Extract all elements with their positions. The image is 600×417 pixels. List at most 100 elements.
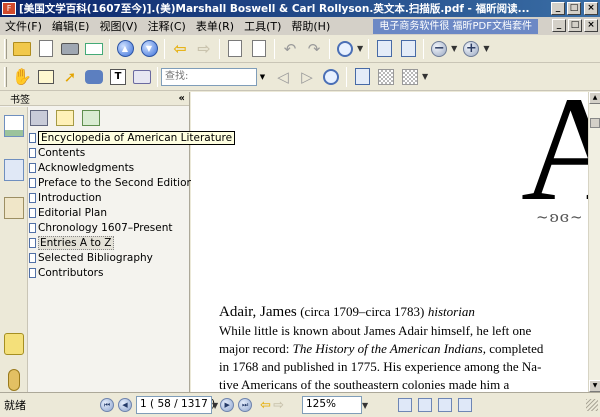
attachments-tab-icon[interactable]	[8, 369, 20, 391]
search-input[interactable]	[161, 67, 257, 86]
document-view[interactable]: A ~ʚɞ~ Adair, James (circa 1709–circa 17…	[191, 92, 588, 392]
history-forward-icon[interactable]: ⇨	[273, 398, 284, 413]
background-dropdown[interactable]: ▼	[422, 72, 428, 81]
page-dropdown[interactable]: ▼	[212, 401, 218, 410]
vertical-scrollbar[interactable]: ▲ ▼	[588, 92, 600, 392]
resize-grip[interactable]	[586, 399, 598, 411]
layers-tab-icon[interactable]	[4, 197, 24, 219]
title-bar: F [美国文学百科(1607至今)].(美)Marshall Boswell &…	[0, 0, 600, 17]
toolbar-grip[interactable]	[4, 66, 7, 87]
bookmark-item[interactable]: Acknowledgments	[29, 160, 189, 175]
menu-edit[interactable]: 编辑(E)	[47, 18, 95, 34]
bookmark-properties-icon[interactable]	[82, 110, 100, 126]
select-tool-button[interactable]: ➚	[59, 66, 81, 88]
bookmark-label: Contents	[38, 146, 86, 159]
menu-tools[interactable]: 工具(T)	[239, 18, 286, 34]
select-text-button[interactable]	[35, 66, 57, 88]
hand-tool-button[interactable]: ✋	[11, 66, 33, 88]
doc-minimize-button[interactable]: _	[552, 19, 566, 32]
typewriter-button[interactable]: T	[107, 66, 129, 88]
new-bookmark-icon[interactable]	[56, 110, 74, 126]
bookmark-page-icon	[29, 192, 36, 203]
bookmark-item[interactable]: Introduction	[29, 190, 189, 205]
save-button[interactable]	[35, 38, 57, 60]
bookmark-item[interactable]: Chronology 1607–Present	[29, 220, 189, 235]
transparency-button[interactable]	[375, 66, 397, 88]
menu-view[interactable]: 视图(V)	[94, 18, 142, 34]
facing-view-icon[interactable]	[438, 398, 453, 412]
prev-page-button[interactable]: ▲	[114, 38, 136, 60]
zoom-out-button[interactable]: −	[428, 38, 450, 60]
ad-banner[interactable]: 电子商务软件很 福昕PDF文档套件	[373, 18, 538, 34]
open-button[interactable]	[11, 38, 33, 60]
continuous-view-icon[interactable]	[418, 398, 433, 412]
last-page-button[interactable]: ⏭	[238, 398, 253, 412]
zoom-out-dropdown[interactable]: ▼	[451, 44, 457, 53]
comments-tab-icon[interactable]	[4, 333, 24, 355]
continuous-facing-view-icon[interactable]	[458, 398, 473, 412]
snapshot-button[interactable]	[131, 66, 153, 88]
bookmark-label: Entries A to Z	[38, 235, 114, 250]
bookmark-label: Introduction	[38, 191, 102, 204]
print-button[interactable]	[59, 38, 81, 60]
page-layout-button[interactable]	[351, 66, 373, 88]
zoom-level-field[interactable]: 125%	[301, 396, 362, 414]
fit-page-button[interactable]	[373, 38, 395, 60]
bookmark-item[interactable]: Contents	[29, 145, 189, 160]
scroll-thumb[interactable]	[590, 118, 600, 128]
page-number-field[interactable]: 1 ( 58 / 1317 )	[136, 396, 215, 414]
menu-form[interactable]: 表单(R)	[191, 18, 239, 34]
fit-width-icon	[400, 40, 416, 57]
collapse-panel-icon[interactable]: «	[179, 93, 185, 104]
fit-width-button[interactable]	[397, 38, 419, 60]
next-page-button[interactable]: ▼	[138, 38, 160, 60]
redo-button[interactable]: ↷	[303, 38, 325, 60]
select-text-icon	[38, 69, 54, 84]
scroll-down-button[interactable]: ▼	[589, 380, 600, 392]
paste-button[interactable]	[248, 38, 270, 60]
zoom-tool-button[interactable]	[334, 38, 356, 60]
forward-button[interactable]: ⇨	[193, 38, 215, 60]
next-page-status-button[interactable]: ▶	[220, 398, 235, 412]
search-dropdown[interactable]: ▼	[257, 67, 268, 86]
minimize-button[interactable]: _	[551, 2, 565, 15]
delete-bookmark-icon[interactable]	[30, 110, 48, 126]
undo-button[interactable]: ↶	[279, 38, 301, 60]
menu-comment[interactable]: 注释(C)	[143, 18, 191, 34]
bookmark-item[interactable]: Entries A to Z	[29, 235, 189, 250]
bookmarks-tab-icon[interactable]	[4, 115, 24, 137]
close-button[interactable]: ×	[584, 2, 598, 15]
bookmark-item[interactable]: Encyclopedia of American Literature	[29, 130, 236, 145]
search-options-button[interactable]	[320, 66, 342, 88]
copy-button[interactable]	[224, 38, 246, 60]
history-back-icon[interactable]: ⇦	[260, 398, 271, 413]
scroll-up-button[interactable]: ▲	[589, 92, 600, 104]
zoom-level-dropdown[interactable]: ▼	[362, 401, 368, 410]
entry-role: historian	[427, 304, 475, 319]
email-button[interactable]	[83, 38, 105, 60]
text-icon: T	[110, 68, 126, 85]
back-button[interactable]: ⇦	[169, 38, 191, 60]
menu-file[interactable]: 文件(F)	[0, 18, 47, 34]
doc-restore-button[interactable]: □	[568, 19, 582, 32]
toolbar-grip[interactable]	[4, 38, 7, 59]
maximize-button[interactable]: □	[567, 2, 581, 15]
doc-close-button[interactable]: ×	[584, 19, 598, 32]
find-prev-button[interactable]: ◁	[272, 66, 294, 88]
find-next-icon: ▷	[301, 67, 313, 86]
bookmark-item[interactable]: Selected Bibliography	[29, 250, 189, 265]
find-button[interactable]	[83, 66, 105, 88]
find-next-button[interactable]: ▷	[296, 66, 318, 88]
bookmark-item[interactable]: Editorial Plan	[29, 205, 189, 220]
bookmark-item[interactable]: Preface to the Second Edition	[29, 175, 193, 190]
menu-help[interactable]: 帮助(H)	[286, 18, 335, 34]
first-page-button[interactable]: ⏮	[100, 398, 114, 412]
zoom-in-dropdown[interactable]: ▼	[483, 44, 489, 53]
zoom-in-button[interactable]: +	[460, 38, 482, 60]
single-page-view-icon[interactable]	[398, 398, 413, 412]
bookmark-item[interactable]: Contributors	[29, 265, 189, 280]
prev-page-status-button[interactable]: ◀	[118, 398, 132, 412]
pages-tab-icon[interactable]	[4, 159, 24, 181]
background-button[interactable]	[399, 66, 421, 88]
zoom-dropdown-arrow[interactable]: ▼	[357, 44, 363, 53]
